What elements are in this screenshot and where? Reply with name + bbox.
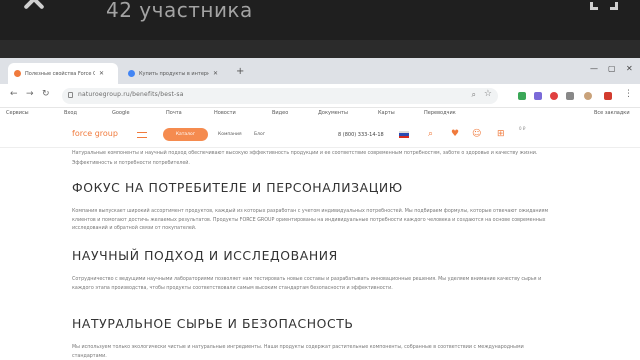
- cart-icon[interactable]: ⊞: [497, 129, 505, 139]
- bookmark-item[interactable]: Почта: [166, 110, 182, 116]
- browser-menu-icon[interactable]: ⋮: [624, 89, 633, 99]
- section-heading: НАУЧНЫЙ ПОДХОД И ИССЛЕДОВАНИЯ: [72, 248, 338, 263]
- close-icon[interactable]: [22, 0, 46, 10]
- extension-icon[interactable]: [534, 92, 542, 100]
- paragraph: Эффективность и потребности потребителей…: [72, 161, 190, 166]
- bookmark-item[interactable]: Сервисы: [6, 110, 29, 116]
- maximize-button[interactable]: ▢: [608, 64, 616, 73]
- tab-close-icon[interactable]: ✕: [99, 70, 104, 77]
- search-icon[interactable]: ⌕: [428, 129, 433, 139]
- paragraph: Компания выпускает широкий ассортимент п…: [72, 209, 549, 231]
- reload-icon[interactable]: ↻: [42, 89, 50, 99]
- user-icon[interactable]: ☺: [472, 129, 481, 139]
- menu-icon[interactable]: [137, 132, 147, 138]
- section-heading: НАТУРАЛЬНОЕ СЫРЬЕ И БЕЗОПАСНОСТЬ: [72, 316, 354, 331]
- extension-icon[interactable]: [550, 92, 558, 100]
- browser-window: Полезные свойства Force Group ✕ Купить п…: [0, 58, 640, 360]
- orange-favicon-icon: [14, 70, 21, 77]
- tab-label: Купить продукты в интернет: [139, 70, 209, 77]
- close-window-button[interactable]: ✕: [626, 64, 633, 73]
- favorites-heart-icon[interactable]: ♥: [451, 129, 459, 139]
- bookmark-item[interactable]: Новости: [214, 110, 236, 116]
- article-content: Натуральные компоненты и научный подход …: [0, 148, 640, 360]
- nav-link-company[interactable]: Компания: [218, 132, 242, 137]
- profile-avatar[interactable]: [584, 92, 592, 100]
- section-heading: ФОКУС НА ПОТРЕБИТЕЛЕ И ПЕРСОНАЛИЗАЦИЮ: [72, 180, 403, 195]
- forward-icon[interactable]: →: [26, 89, 34, 99]
- tab-close-icon[interactable]: ✕: [213, 70, 218, 77]
- chat-members-count: 42 участника: [106, 0, 253, 22]
- bookmark-item[interactable]: Вход: [64, 110, 77, 116]
- paragraph: Натуральные компоненты и научный подход …: [72, 151, 538, 156]
- phone-number[interactable]: 8 (800) 333-14-18: [338, 132, 384, 138]
- site-logo[interactable]: force group: [72, 129, 118, 138]
- paragraph: Мы используем только экологически чистые…: [72, 345, 524, 359]
- bookmarks-bar: Сервисы Вход Google Почта Новости Видео …: [0, 108, 640, 122]
- extension-icon[interactable]: [604, 92, 612, 100]
- screen: 42 участника Полезные свойства Force Gro…: [0, 0, 640, 360]
- bookmark-item[interactable]: Google: [112, 110, 130, 116]
- tab-inactive[interactable]: Купить продукты в интернет ✕: [122, 63, 232, 84]
- bookmark-item[interactable]: Карты: [378, 110, 395, 116]
- cart-sum: 0 ₽: [519, 126, 526, 131]
- bookmark-item[interactable]: Документы: [318, 110, 348, 116]
- bookmark-item[interactable]: Переводчик: [424, 110, 456, 116]
- back-icon[interactable]: ←: [10, 89, 18, 99]
- bookmark-item[interactable]: Видео: [272, 110, 288, 116]
- tab-strip: Полезные свойства Force Group ✕ Купить п…: [0, 58, 640, 84]
- fullscreen-icon[interactable]: [590, 0, 618, 10]
- russian-flag-icon[interactable]: [399, 131, 409, 138]
- bookmark-star-icon[interactable]: ☆: [484, 89, 492, 99]
- telegram-header: 42 участника: [0, 0, 640, 40]
- site-header: force group Каталог Компания Блог 8 (800…: [0, 122, 640, 148]
- catalog-button[interactable]: Каталог: [163, 128, 208, 141]
- tab-active[interactable]: Полезные свойства Force Group ✕: [8, 63, 118, 84]
- extensions-puzzle-icon[interactable]: [566, 92, 574, 100]
- google-favicon-icon: [128, 70, 135, 77]
- browser-toolbar: ← → ↻ naturoegroup.ru/benefits/best-sa ⌕…: [0, 84, 640, 108]
- all-bookmarks[interactable]: Все закладки: [594, 110, 630, 116]
- extension-icon[interactable]: [518, 92, 526, 100]
- site-info-icon[interactable]: [68, 92, 73, 98]
- url-text: naturoegroup.ru/benefits/best-sa: [78, 91, 184, 98]
- nav-link-blog[interactable]: Блог: [254, 132, 265, 137]
- paragraph: Сотрудничество с ведущими научными лабор…: [72, 277, 542, 291]
- tab-label: Полезные свойства Force Group: [25, 70, 95, 77]
- new-tab-button[interactable]: +: [236, 66, 244, 77]
- minimize-button[interactable]: —: [590, 64, 598, 73]
- address-bar[interactable]: naturoegroup.ru/benefits/best-sa ⌕ ☆: [62, 88, 498, 104]
- search-icon[interactable]: ⌕: [472, 90, 476, 100]
